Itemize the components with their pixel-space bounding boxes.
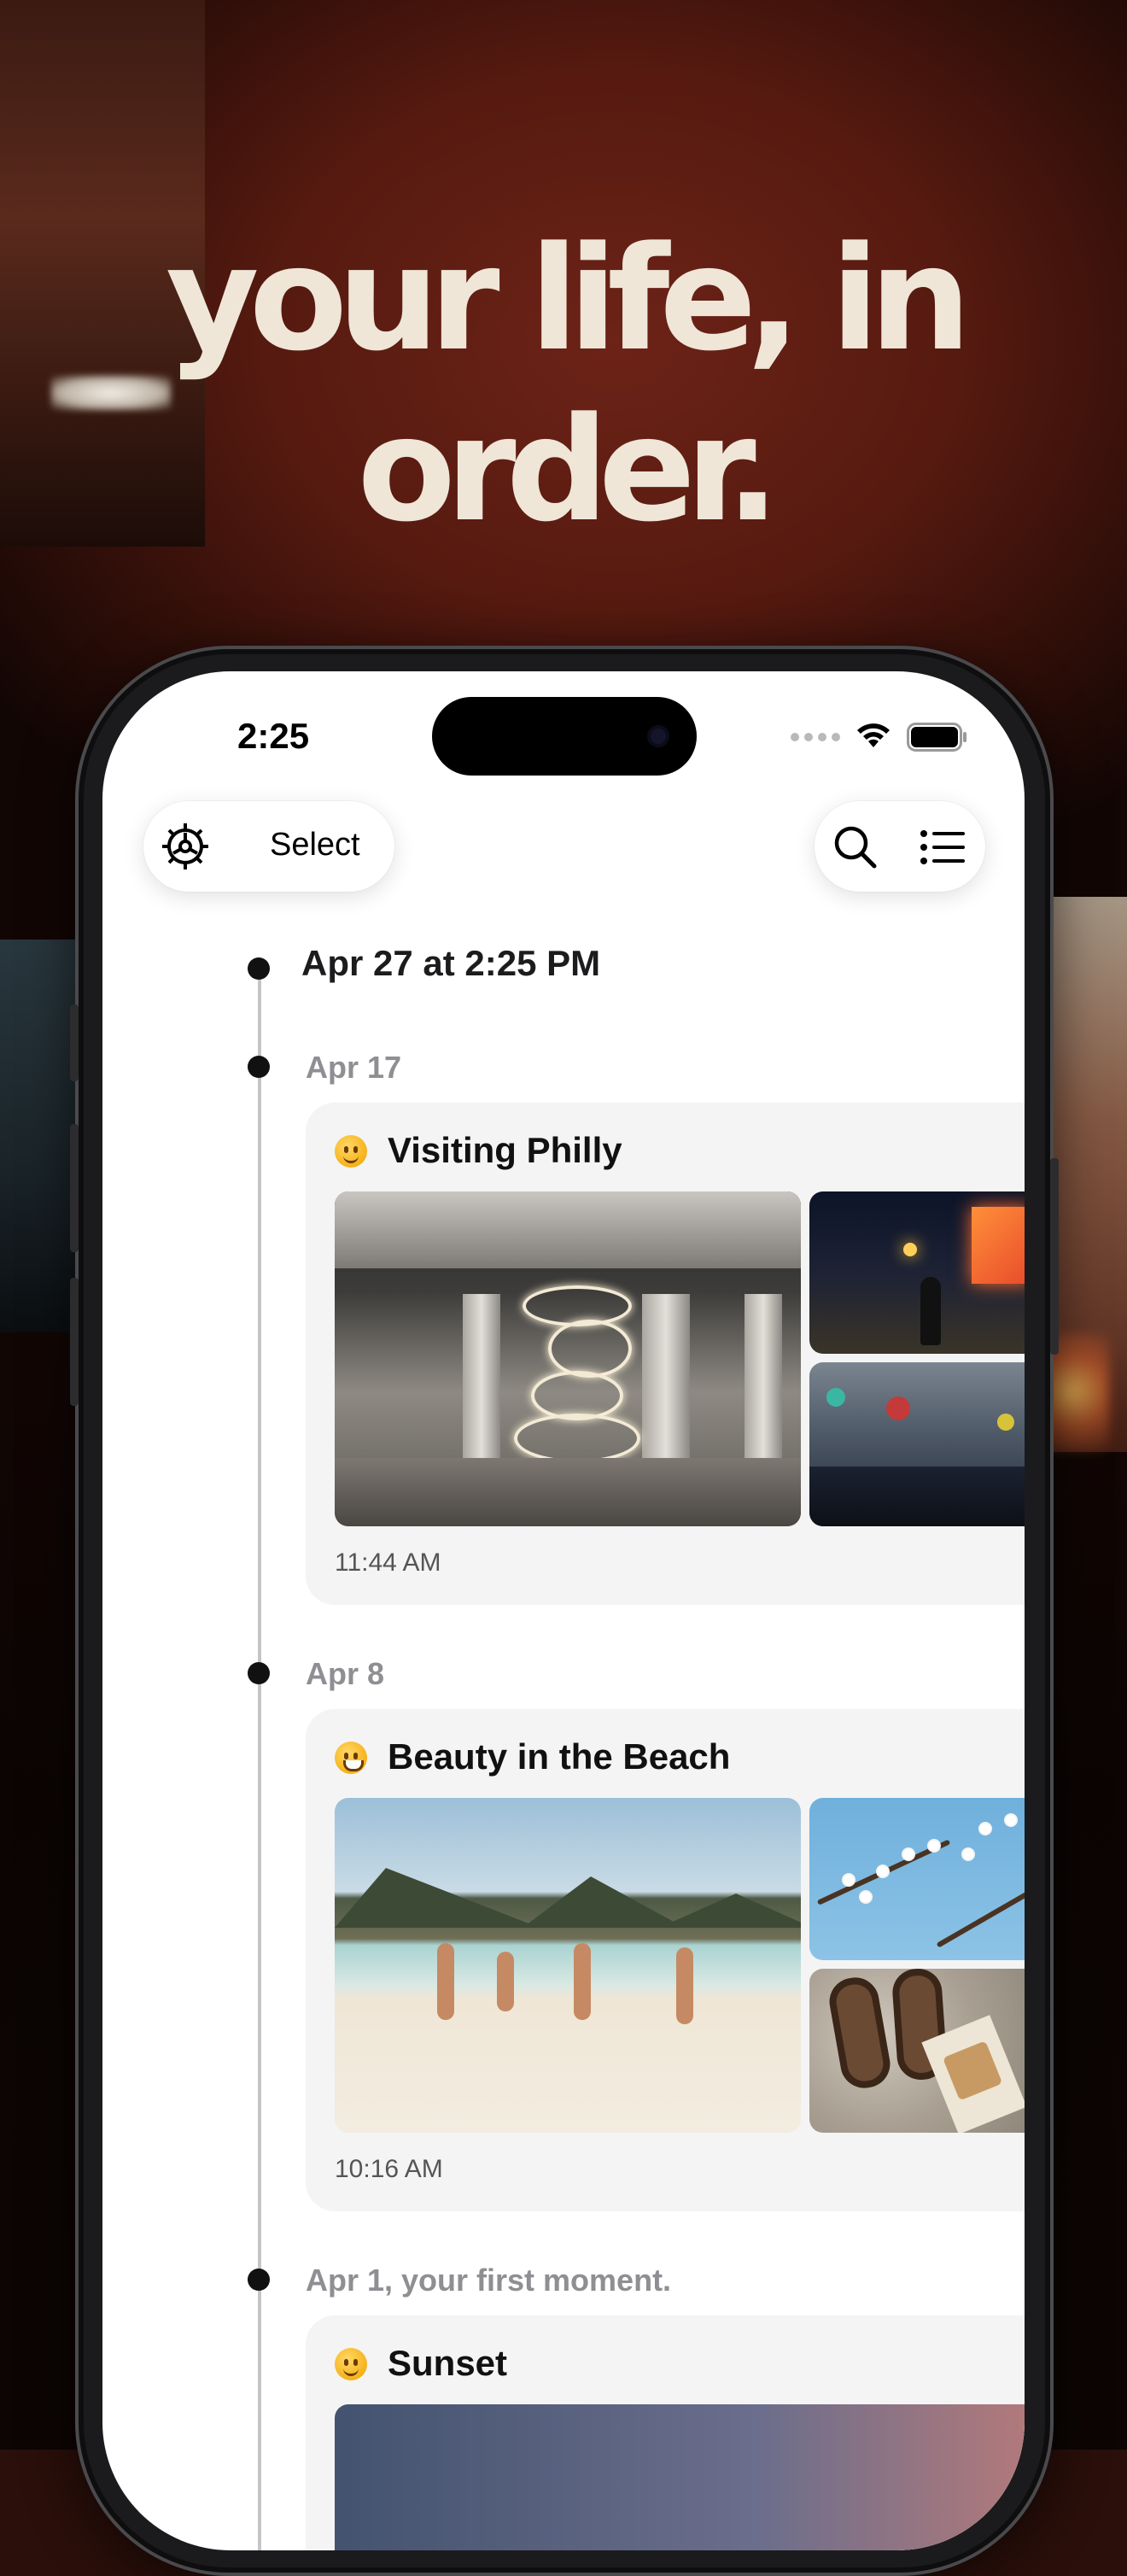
search-list-pill — [815, 801, 985, 892]
dynamic-island — [432, 697, 697, 776]
moment-card[interactable]: Sunset — [306, 2315, 1025, 2550]
slightly-smiling-face-icon — [335, 1135, 367, 1168]
status-time: 2:25 — [237, 716, 310, 756]
list-icon[interactable] — [917, 822, 968, 873]
settings-icon[interactable] — [159, 820, 212, 873]
phone-screen: 2:25 Select Apr 27 at 2:25 PM Apr 17 Vis… — [102, 671, 1025, 2550]
search-icon[interactable] — [830, 822, 881, 873]
timeline-line — [258, 967, 261, 2550]
timeline-dot — [248, 1056, 270, 1078]
timeline-dot — [248, 1662, 270, 1684]
timeline-dot — [248, 2269, 270, 2291]
blossom-branch-photo[interactable] — [809, 1798, 1025, 1960]
now-label: Apr 27 at 2:25 PM — [301, 943, 601, 983]
interior-chandelier-photo[interactable] — [335, 1191, 801, 1526]
moment-card[interactable]: Visiting Philly 11:44 AM — [306, 1103, 1025, 1605]
moment-title: Sunset — [388, 2343, 508, 2383]
moment-title: Visiting Philly — [388, 1130, 622, 1170]
select-button[interactable]: Select — [270, 827, 360, 864]
entry-date: Apr 8 — [306, 1656, 385, 1691]
slightly-smiling-face-icon — [335, 2348, 367, 2380]
moment-time: 10:16 AM — [335, 2155, 443, 2183]
party-tent-photo[interactable] — [809, 1362, 1025, 1526]
moment-title: Beauty in the Beach — [388, 1736, 731, 1777]
entry-date: Apr 1, your first moment. — [306, 2263, 672, 2298]
status-icons — [791, 723, 968, 752]
beach-photo[interactable] — [335, 1798, 801, 2133]
sunset-photo[interactable] — [335, 2404, 1025, 2550]
sandals-photo[interactable] — [809, 1969, 1025, 2133]
settings-select-pill: Select — [143, 801, 394, 892]
headline: your life, in order. — [166, 215, 972, 553]
moment-card[interactable]: Beauty in the Beach 10:16 AM — [306, 1709, 1025, 2211]
battery-icon — [907, 723, 966, 752]
entry-date: Apr 17 — [306, 1050, 402, 1085]
grinning-face-icon — [335, 1742, 367, 1774]
night-street-photo[interactable] — [809, 1191, 1025, 1354]
timeline-dot — [248, 957, 270, 980]
wifi-icon — [857, 723, 890, 747]
cellular-dots-icon — [791, 733, 840, 741]
moment-time: 11:44 AM — [335, 1549, 441, 1577]
